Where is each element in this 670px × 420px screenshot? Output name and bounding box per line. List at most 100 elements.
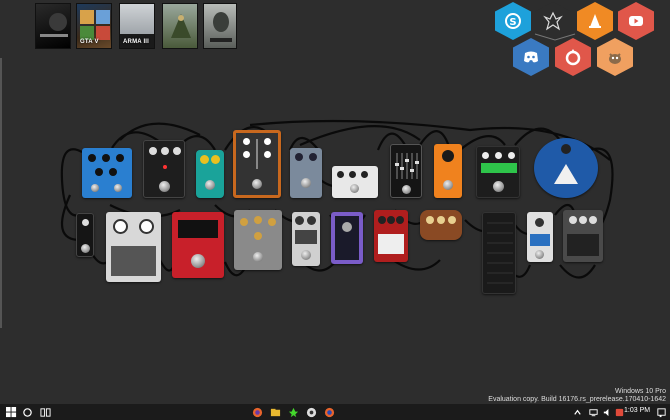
pedal-expression[interactable] <box>482 212 516 294</box>
knob[interactable] <box>268 218 276 226</box>
knob[interactable] <box>396 216 404 224</box>
knob[interactable] <box>211 155 220 164</box>
knob[interactable] <box>426 216 434 224</box>
knob[interactable] <box>264 151 271 158</box>
knob[interactable] <box>82 219 89 226</box>
knob[interactable] <box>589 216 597 224</box>
chrome-icon <box>306 407 316 417</box>
knob[interactable] <box>342 222 352 232</box>
action-center-button[interactable] <box>654 404 668 420</box>
knob[interactable] <box>579 216 587 224</box>
knob[interactable] <box>561 144 571 154</box>
razer-icon <box>288 407 298 417</box>
footswitch[interactable] <box>535 250 544 259</box>
knob[interactable] <box>264 138 271 145</box>
knob[interactable] <box>243 138 250 145</box>
knob[interactable] <box>378 216 386 224</box>
pedal-red-box[interactable] <box>374 210 408 262</box>
pedal-grey-chorus[interactable] <box>290 148 322 198</box>
tray-app-icon <box>615 408 623 416</box>
knob[interactable] <box>437 216 445 224</box>
footswitch[interactable] <box>205 180 215 190</box>
footswitch[interactable] <box>252 179 262 189</box>
pedal-teal-phaser[interactable] <box>196 150 224 198</box>
knob[interactable] <box>200 155 209 164</box>
knob[interactable] <box>149 147 157 155</box>
knob[interactable] <box>442 150 454 162</box>
pedal-blue-round-wah[interactable] <box>534 138 598 198</box>
pedal-orange-overdrive[interactable] <box>434 144 462 198</box>
build-info: Evaluation copy. Build 16176.rs_prerelea… <box>488 396 666 403</box>
knob[interactable] <box>243 151 250 158</box>
pedal-white-compressor[interactable] <box>332 166 378 198</box>
taskbar-app-4[interactable] <box>302 404 320 420</box>
task-view-button[interactable] <box>36 404 54 420</box>
footswitch[interactable] <box>443 180 453 190</box>
knob[interactable] <box>337 171 344 178</box>
taskbar-app-1[interactable] <box>248 404 266 420</box>
knob[interactable] <box>295 153 303 161</box>
knob[interactable] <box>535 218 544 227</box>
taskbar-app-5[interactable] <box>320 404 338 420</box>
pedal-grey-looper[interactable] <box>563 210 603 262</box>
knob[interactable] <box>361 171 368 178</box>
pedal-graphic-eq[interactable] <box>390 144 422 198</box>
slider-rail <box>256 139 258 169</box>
footswitch[interactable] <box>253 252 263 262</box>
cortana-button[interactable] <box>18 404 36 420</box>
knob[interactable] <box>109 168 117 176</box>
knob[interactable] <box>482 152 489 159</box>
pedal-purple-flanger[interactable] <box>331 212 363 264</box>
knob[interactable] <box>508 152 515 159</box>
pedal-silver-fuzz[interactable] <box>106 212 161 282</box>
knob[interactable] <box>387 216 395 224</box>
taskbar: 1:03 PM <box>0 404 670 420</box>
footswitch[interactable] <box>114 184 122 192</box>
pedal-green-distortion[interactable] <box>476 146 520 198</box>
pedal-panel <box>378 234 404 254</box>
knob[interactable] <box>102 154 110 162</box>
knob[interactable] <box>569 216 577 224</box>
knob[interactable] <box>173 147 181 155</box>
clock-time[interactable]: 1:03 PM <box>624 407 650 414</box>
knob[interactable] <box>161 147 169 155</box>
taskbar-app-2[interactable] <box>266 404 284 420</box>
footswitch[interactable] <box>350 184 359 193</box>
knob[interactable] <box>240 218 248 226</box>
pedal-white-mini[interactable] <box>527 212 553 262</box>
pedal-grey-boost[interactable] <box>234 210 282 270</box>
pedal-stripe <box>481 163 517 173</box>
pedal-panel <box>178 220 218 238</box>
footswitch[interactable] <box>91 184 99 192</box>
footswitch[interactable] <box>301 178 311 188</box>
knob[interactable] <box>309 153 317 161</box>
footswitch[interactable] <box>81 244 90 253</box>
knob[interactable] <box>113 219 128 234</box>
knob[interactable] <box>254 216 262 224</box>
knob[interactable] <box>495 152 502 159</box>
footswitch[interactable] <box>402 185 411 194</box>
knob[interactable] <box>139 219 154 234</box>
knob[interactable] <box>88 154 96 162</box>
knob[interactable] <box>116 154 124 162</box>
pedal-mini-black[interactable] <box>76 213 94 257</box>
knob[interactable] <box>295 216 304 225</box>
pedal-white-octave[interactable] <box>292 212 320 266</box>
knob[interactable] <box>448 216 456 224</box>
footswitch[interactable] <box>493 181 504 192</box>
knob[interactable] <box>307 216 316 225</box>
knob[interactable] <box>95 168 103 176</box>
network-icon <box>588 408 598 416</box>
pedal-red-fuzz[interactable] <box>172 212 224 278</box>
pedal-tremolo-wood[interactable] <box>233 130 281 198</box>
footswitch[interactable] <box>191 254 205 268</box>
knob[interactable] <box>349 171 356 178</box>
pedal-black-delay[interactable] <box>143 140 185 198</box>
footswitch[interactable] <box>301 250 311 260</box>
pedal-blue-reverb[interactable] <box>82 148 132 198</box>
footswitch[interactable] <box>159 181 170 192</box>
taskbar-app-3[interactable] <box>284 404 302 420</box>
knob[interactable] <box>254 232 262 240</box>
pedal-brown-vibe[interactable] <box>420 210 462 240</box>
windows-edition: Windows 10 Pro <box>615 388 666 395</box>
